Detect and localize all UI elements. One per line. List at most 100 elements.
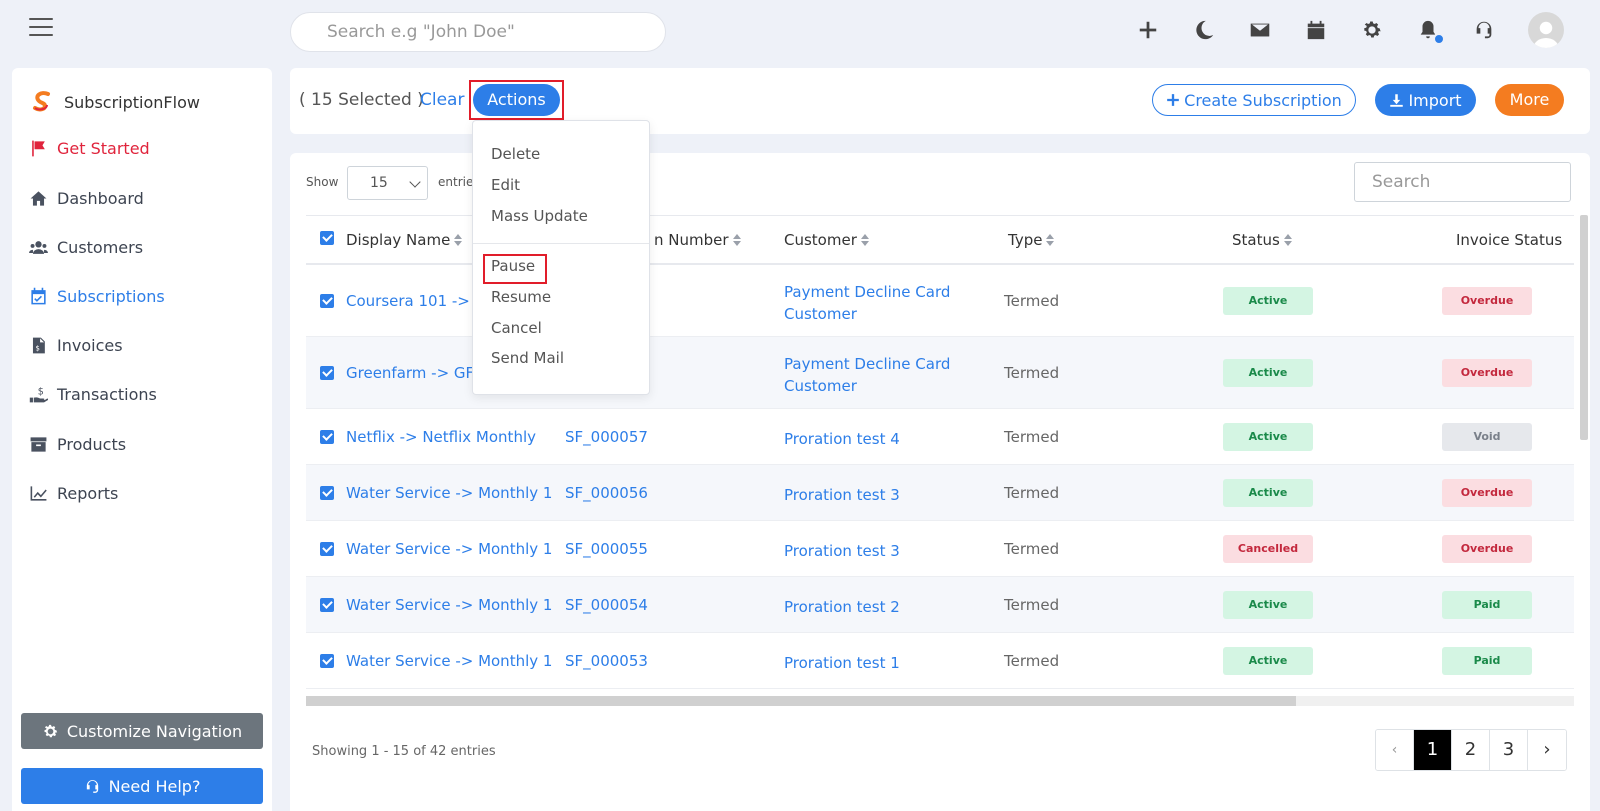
cell-type: Termed (1004, 428, 1060, 446)
cell-display-name[interactable]: Netflix -> Netflix Monthly (346, 428, 536, 446)
import-button[interactable]: Import (1375, 84, 1476, 116)
table-row[interactable]: Netflix -> Netflix Monthly SF_000057 Prora… (306, 409, 1574, 465)
user-avatar[interactable] (1528, 12, 1564, 48)
header-customer[interactable]: Customer (784, 231, 869, 249)
sidebar-item-invoices[interactable]: $ Invoices (29, 336, 123, 355)
menu-item-pause[interactable]: Pause (491, 257, 535, 275)
cell-customer[interactable]: Payment Decline Card Customer (784, 281, 950, 325)
customize-navigation-button[interactable]: Customize Navigation (21, 713, 263, 749)
cell-number[interactable]: SF_000053 (565, 652, 648, 670)
cell-type: Termed (1004, 292, 1060, 310)
cell-customer[interactable]: Payment Decline Card Customer (784, 353, 950, 397)
table-row[interactable]: Water Service -> Monthly 1 SF_000055 Prora… (306, 521, 1574, 577)
need-help-button[interactable]: Need Help? (21, 768, 263, 804)
menu-item-mass-update[interactable]: Mass Update (491, 207, 588, 225)
sort-icon (454, 234, 463, 246)
menu-item-cancel[interactable]: Cancel (491, 319, 542, 337)
plus-icon[interactable] (1136, 18, 1160, 42)
calendar-icon[interactable] (1304, 18, 1328, 42)
row-checkbox[interactable] (320, 542, 334, 556)
header-display-name[interactable]: Display Name (346, 231, 463, 249)
actions-dropdown-menu: Delete Edit Mass Update Pause Resume Can… (472, 120, 650, 395)
sidebar-item-dashboard[interactable]: Dashboard (29, 189, 144, 208)
cell-number[interactable]: SF_000054 (565, 596, 648, 614)
cell-number[interactable]: SF_000056 (565, 484, 648, 502)
horizontal-scrollbar-thumb[interactable] (306, 696, 1296, 706)
menu-item-delete[interactable]: Delete (491, 145, 540, 163)
menu-item-edit[interactable]: Edit (491, 176, 520, 194)
cell-display-name[interactable]: Greenfarm -> GF - (346, 364, 484, 382)
clear-selection-link[interactable]: Clear (420, 90, 464, 110)
cell-customer[interactable]: Proration test 3 (784, 484, 900, 506)
row-checkbox[interactable] (320, 366, 334, 380)
row-checkbox[interactable] (320, 486, 334, 500)
cell-customer[interactable]: Proration test 3 (784, 540, 900, 562)
cell-display-name[interactable]: Water Service -> Monthly 1 (346, 596, 552, 614)
cell-type: Termed (1004, 364, 1060, 382)
menu-item-resume[interactable]: Resume (491, 288, 551, 306)
header-number[interactable]: n Number (654, 231, 741, 249)
select-all-checkbox[interactable] (320, 231, 334, 245)
actions-button[interactable]: Actions (473, 84, 560, 116)
cell-customer[interactable]: Proration test 1 (784, 652, 900, 674)
sidebar-item-get-started[interactable]: Get Started (29, 139, 150, 158)
cell-number[interactable]: SF_000055 (565, 540, 648, 558)
table-search-input[interactable]: Search (1354, 162, 1571, 202)
horizontal-scrollbar[interactable] (306, 696, 1574, 706)
archive-icon (30, 437, 47, 452)
showing-entries-text: Showing 1 - 15 of 42 entries (312, 744, 496, 759)
pagination-page-1[interactable]: 1 (1414, 730, 1452, 770)
invoice-status-badge: Overdue (1442, 359, 1532, 387)
pagination-next[interactable]: › (1528, 730, 1566, 770)
sidebar-item-customers[interactable]: Customers (29, 238, 143, 257)
mail-icon[interactable] (1248, 18, 1272, 42)
cell-display-name[interactable]: Coursera 101 -> M (346, 292, 488, 310)
pagination-page-3[interactable]: 3 (1490, 730, 1528, 770)
header-type[interactable]: Type (1008, 231, 1055, 249)
brand[interactable]: SubscriptionFlow (30, 90, 200, 114)
invoice-status-badge: Overdue (1442, 287, 1532, 315)
cell-type: Termed (1004, 652, 1060, 670)
headset-icon[interactable] (1472, 18, 1496, 42)
header-status[interactable]: Status (1232, 231, 1292, 249)
row-checkbox[interactable] (320, 598, 334, 612)
vertical-scrollbar[interactable] (1580, 215, 1588, 440)
bell-icon[interactable] (1416, 18, 1445, 45)
create-subscription-button[interactable]: Create Subscription (1152, 84, 1356, 116)
table-row[interactable]: Water Service -> Monthly 1 SF_000053 Prora… (306, 633, 1574, 689)
pagination-page-2[interactable]: 2 (1452, 730, 1490, 770)
hamburger-menu-icon[interactable] (29, 18, 53, 36)
status-badge: Active (1223, 647, 1313, 675)
cell-display-name[interactable]: Water Service -> Monthly 1 (346, 484, 552, 502)
sidebar-item-products[interactable]: Products (29, 435, 126, 454)
cell-number[interactable]: SF_000057 (565, 428, 648, 446)
global-search-input[interactable]: Search e.g "John Doe" (290, 12, 666, 52)
sidebar-item-subscriptions[interactable]: Subscriptions (29, 287, 165, 306)
status-badge: Active (1223, 591, 1313, 619)
cell-display-name[interactable]: Water Service -> Monthly 1 (346, 652, 552, 670)
more-button[interactable]: More (1495, 84, 1564, 116)
status-badge: Active (1223, 359, 1313, 387)
cell-customer[interactable]: Proration test 4 (784, 428, 900, 450)
sidebar-item-reports[interactable]: Reports (29, 484, 118, 503)
pagination-prev[interactable]: ‹ (1376, 730, 1414, 770)
cell-customer[interactable]: Proration test 2 (784, 596, 900, 618)
row-checkbox[interactable] (320, 654, 334, 668)
cell-display-name[interactable]: Water Service -> Monthly 1 (346, 540, 552, 558)
svg-text:$: $ (38, 387, 44, 398)
moon-icon[interactable] (1192, 18, 1216, 42)
table-row[interactable]: Water Service -> Monthly 1 SF_000056 Prora… (306, 465, 1574, 521)
row-checkbox[interactable] (320, 294, 334, 308)
headset-icon (86, 779, 98, 793)
cell-type: Termed (1004, 484, 1060, 502)
table-row[interactable]: Water Service -> Monthly 1 SF_000054 Prora… (306, 577, 1574, 633)
sidebar-item-transactions[interactable]: $ Transactions (29, 385, 157, 404)
row-checkbox[interactable] (320, 430, 334, 444)
menu-item-send-mail[interactable]: Send Mail (491, 349, 564, 367)
gear-icon[interactable] (1360, 18, 1384, 42)
entries-label: entrie (438, 175, 474, 189)
brand-name: SubscriptionFlow (64, 92, 200, 112)
page-size-select[interactable]: 15 (347, 166, 428, 200)
header-invoice-status[interactable]: Invoice Status (1456, 231, 1562, 249)
download-icon (1390, 93, 1404, 107)
